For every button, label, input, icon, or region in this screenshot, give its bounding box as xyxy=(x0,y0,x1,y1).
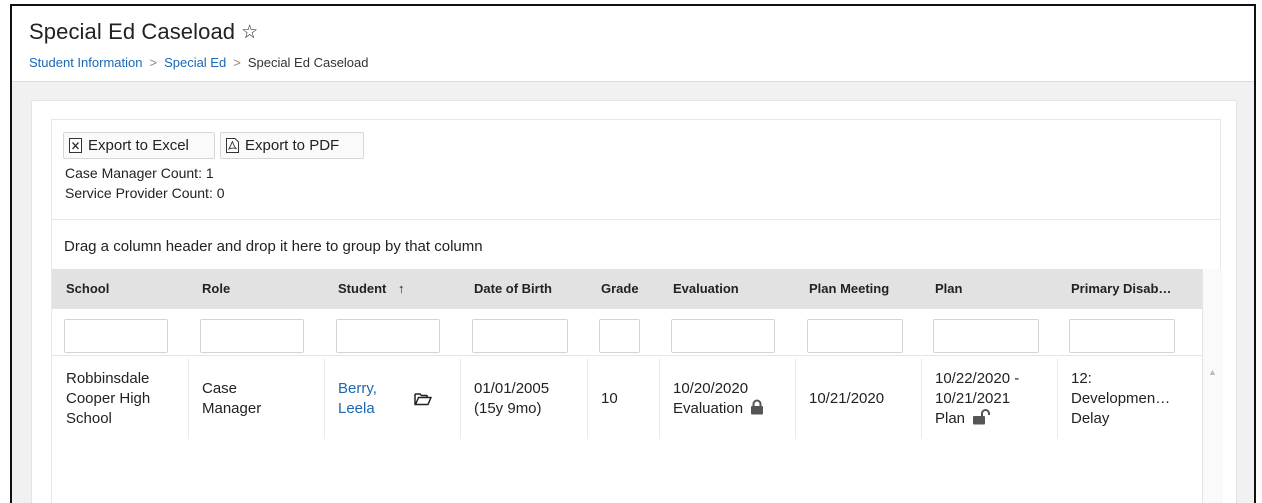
column-header-plan[interactable]: Plan xyxy=(921,269,1057,309)
breadcrumb-current: Special Ed Caseload xyxy=(247,55,369,70)
chevron-right-icon: > xyxy=(149,55,158,70)
sort-ascending-icon: ↑ xyxy=(398,281,405,296)
service-provider-count: Service Provider Count: 0 xyxy=(65,185,225,201)
student-link[interactable]: Berry, Leela xyxy=(338,379,377,419)
cell-evaluation: 10/20/2020 Evaluation xyxy=(659,359,795,439)
cell-plan-line: Plan xyxy=(935,410,966,427)
filter-plan[interactable] xyxy=(933,319,1039,353)
grid-header-row: School Role Student ↑ Date of Birth Grad… xyxy=(52,269,1202,309)
filter-school[interactable] xyxy=(64,319,168,353)
cell-school-line: School xyxy=(66,410,112,427)
cell-role-line: Manager xyxy=(202,400,262,417)
filter-role[interactable] xyxy=(200,319,304,353)
cell-school-line: Cooper High xyxy=(66,390,151,407)
cell-dob-line: (15y 9mo) xyxy=(474,400,542,417)
cell-disability-line: Developmen… xyxy=(1071,390,1171,407)
filter-grade[interactable] xyxy=(599,319,640,353)
breadcrumb-special-ed[interactable]: Special Ed xyxy=(164,55,226,70)
breadcrumb: Student Information > Special Ed > Special E… xyxy=(29,55,369,70)
filter-date-of-birth[interactable] xyxy=(472,319,568,353)
column-header-school[interactable]: School xyxy=(52,269,188,309)
filter-evaluation[interactable] xyxy=(671,319,775,353)
case-manager-count: Case Manager Count: 1 xyxy=(65,165,214,181)
cell-disability-line: 12: xyxy=(1071,370,1092,387)
cell-student: Berry, Leela xyxy=(324,359,460,439)
cell-school-line: Robbinsdale xyxy=(66,370,150,387)
app-window: Special Ed Caseload ☆ Student Information… xyxy=(10,4,1256,503)
export-excel-button[interactable]: Export to Excel xyxy=(63,132,215,159)
lock-open-icon xyxy=(973,409,991,425)
cell-date-of-birth: 01/01/2005 (15y 9mo) xyxy=(460,359,587,439)
column-header-role[interactable]: Role xyxy=(188,269,324,309)
caseload-card: Export to Excel Export to PDF Case Manag… xyxy=(31,100,1237,503)
column-header-primary-disability[interactable]: Primary Disab… xyxy=(1057,269,1192,309)
student-link-line: Berry, xyxy=(338,380,377,397)
page-title-text: Special Ed Caseload xyxy=(29,19,236,44)
folder-open-icon[interactable] xyxy=(414,392,432,406)
column-header-student[interactable]: Student ↑ xyxy=(324,269,460,309)
cell-dob-line: 01/01/2005 xyxy=(474,380,550,397)
column-header-grade[interactable]: Grade xyxy=(587,269,659,309)
lock-closed-icon xyxy=(751,399,764,415)
row-divider xyxy=(52,355,1202,356)
cell-disability-line: Delay xyxy=(1071,410,1110,427)
excel-file-icon xyxy=(69,138,82,153)
filter-student[interactable] xyxy=(336,319,440,353)
pdf-file-icon xyxy=(226,138,239,153)
scroll-up-arrow-icon[interactable]: ▲ xyxy=(1208,367,1217,377)
column-header-student-label: Student xyxy=(338,281,387,296)
filter-primary-disability[interactable] xyxy=(1069,319,1175,353)
cell-role-line: Case xyxy=(202,380,238,397)
grid-vertical-scrollbar[interactable]: ▲ xyxy=(1202,269,1223,503)
column-header-plan-meeting[interactable]: Plan Meeting xyxy=(795,269,921,309)
cell-primary-disability: 12: Developmen… Delay xyxy=(1057,359,1192,439)
filter-plan-meeting[interactable] xyxy=(807,319,903,353)
chevron-right-icon: > xyxy=(233,55,241,70)
column-header-date-of-birth[interactable]: Date of Birth xyxy=(460,269,587,309)
cell-school: Robbinsdale Cooper High School xyxy=(52,359,188,439)
page-title: Special Ed Caseload ☆ xyxy=(29,19,258,45)
cell-plan-line: 10/21/2021 xyxy=(935,390,1011,407)
cell-role: Case Manager xyxy=(188,359,324,439)
cell-plan-meeting: 10/21/2020 xyxy=(809,390,885,407)
page-header: Special Ed Caseload ☆ Student Information… xyxy=(12,6,1254,82)
export-pdf-label: Export to PDF xyxy=(245,137,340,154)
cell-plan: 10/22/2020 - 10/21/2021 Plan xyxy=(921,359,1057,439)
cell-evaluation-line: 10/20/2020 xyxy=(673,380,749,397)
export-pdf-button[interactable]: Export to PDF xyxy=(220,132,364,159)
student-link-line: Leela xyxy=(338,400,375,417)
cell-plan-line: 10/22/2020 - xyxy=(935,370,1020,387)
cell-evaluation-line: Evaluation xyxy=(673,400,744,417)
group-by-hint: Drag a column header and drop it here to… xyxy=(64,238,483,255)
column-header-evaluation[interactable]: Evaluation xyxy=(659,269,795,309)
star-icon[interactable]: ☆ xyxy=(241,21,258,44)
toolbar-panel: Export to Excel Export to PDF Case Manag… xyxy=(51,119,1221,220)
cell-grade: 10 xyxy=(601,390,618,407)
caseload-grid: School Role Student ↑ Date of Birth Grad… xyxy=(51,259,1223,503)
export-excel-label: Export to Excel xyxy=(88,137,189,154)
breadcrumb-student-information[interactable]: Student Information xyxy=(29,55,142,70)
